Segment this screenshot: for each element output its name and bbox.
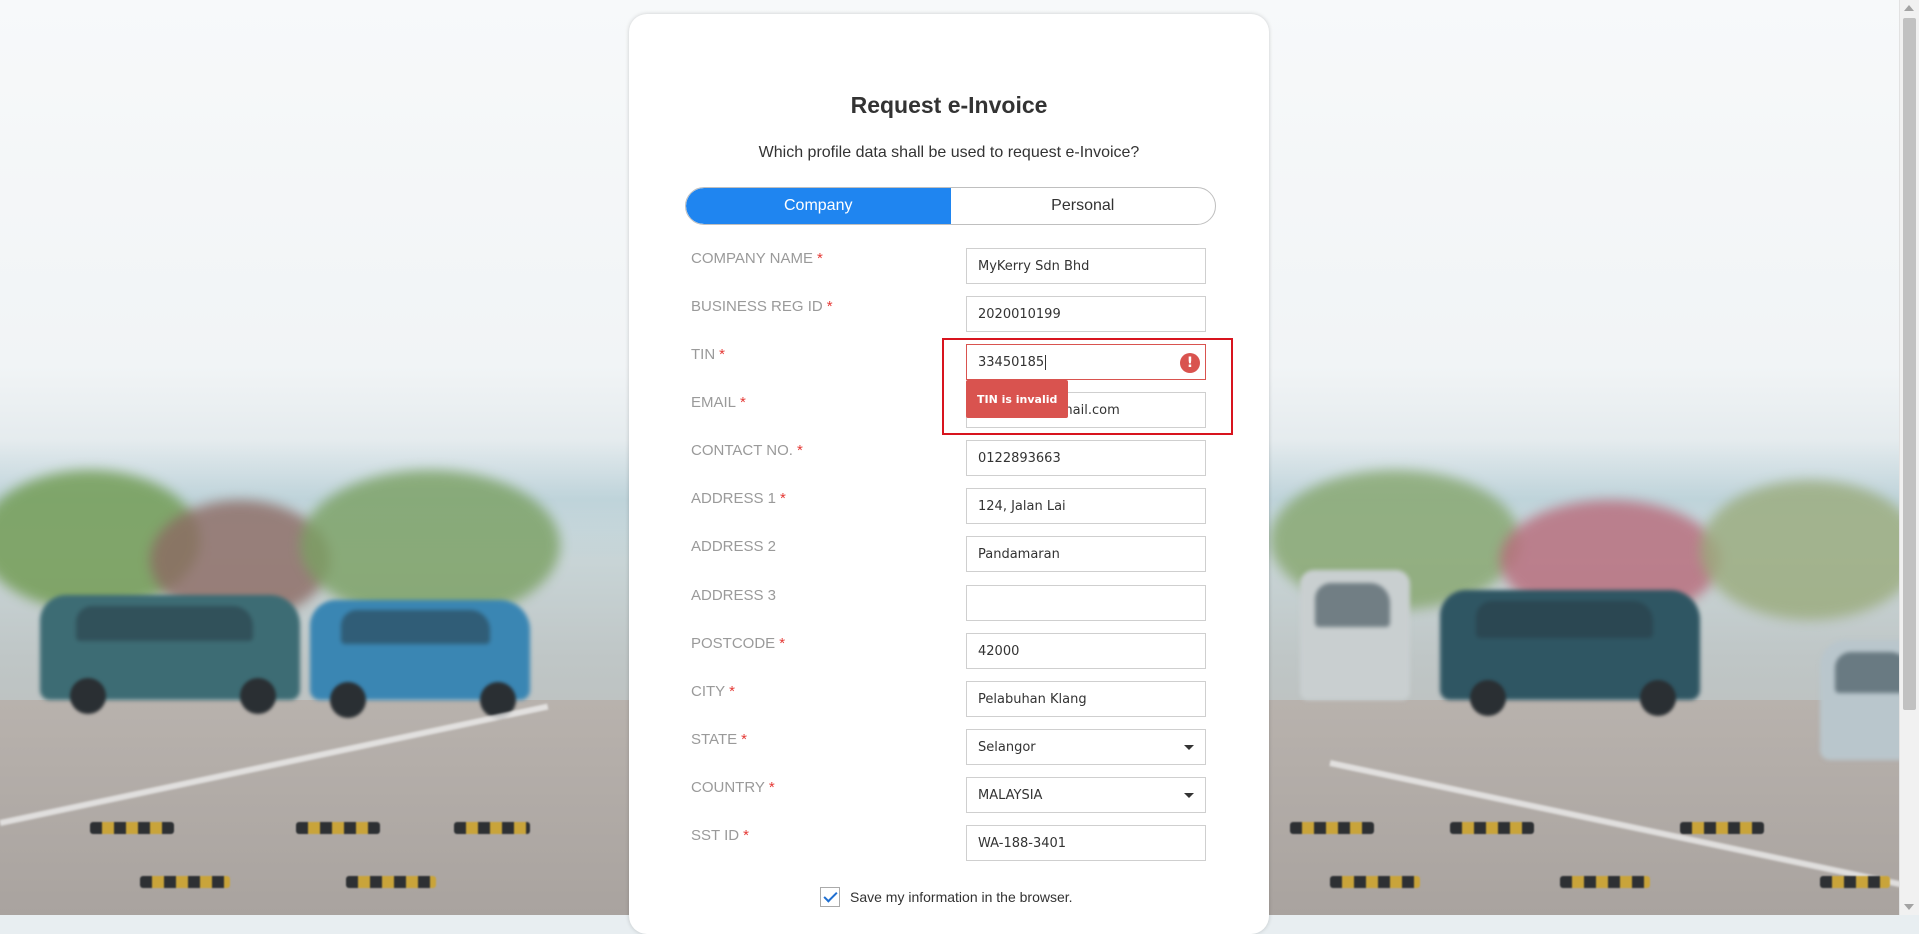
page-scrollbar[interactable] bbox=[1899, 0, 1919, 915]
label-contact-no: CONTACT NO. bbox=[691, 442, 793, 459]
label-address-1: ADDRESS 1 bbox=[691, 490, 777, 507]
business-reg-id-input[interactable]: 2020010199 bbox=[966, 296, 1206, 332]
required-star: * bbox=[816, 250, 823, 267]
row-state: STATE * Selangor bbox=[691, 729, 1211, 767]
row-country: COUNTRY * MALAYSIA bbox=[691, 777, 1211, 815]
request-einvoice-card: Request e-Invoice Which profile data sha… bbox=[629, 14, 1269, 934]
address-3-input[interactable] bbox=[966, 585, 1206, 621]
label-country: COUNTRY bbox=[691, 779, 765, 796]
sst-id-input[interactable]: WA-188-3401 bbox=[966, 825, 1206, 861]
tin-input[interactable]: 33450185 ! bbox=[966, 344, 1206, 380]
save-info-option[interactable]: Save my information in the browser. bbox=[820, 887, 1073, 907]
row-address-3: ADDRESS 3 bbox=[691, 585, 1211, 623]
row-company-name: COMPANY NAME * MyKerry Sdn Bhd bbox=[691, 248, 1211, 286]
chevron-down-icon bbox=[1184, 792, 1194, 798]
city-input[interactable]: Pelabuhan Klang bbox=[966, 681, 1206, 717]
required-star: * bbox=[740, 394, 746, 411]
save-info-label: Save my information in the browser. bbox=[850, 889, 1073, 905]
row-business-reg-id: BUSINESS REG ID * 2020010199 bbox=[691, 296, 1211, 334]
contact-no-input[interactable]: 0122893663 bbox=[966, 440, 1206, 476]
required-star: * bbox=[719, 346, 726, 363]
label-business-reg-id: BUSINESS REG ID bbox=[691, 298, 823, 315]
text-cursor bbox=[1045, 354, 1047, 370]
required-star: * bbox=[741, 731, 747, 748]
required-star: * bbox=[796, 442, 803, 459]
label-email: EMAIL bbox=[691, 394, 737, 411]
label-company-name: COMPANY NAME bbox=[691, 250, 813, 267]
scroll-thumb[interactable] bbox=[1903, 18, 1916, 710]
label-sst-id: SST ID bbox=[691, 827, 740, 844]
state-value: Selangor bbox=[978, 739, 1036, 755]
chevron-down-icon bbox=[1184, 744, 1194, 750]
error-icon: ! bbox=[1180, 353, 1200, 373]
toggle-personal[interactable]: Personal bbox=[951, 188, 1216, 224]
address-2-input[interactable]: Pandamaran bbox=[966, 536, 1206, 572]
required-star: * bbox=[780, 490, 786, 507]
required-star: * bbox=[729, 683, 736, 700]
page-title: Request e-Invoice bbox=[850, 92, 1048, 118]
row-tin: TIN * 33450185 ! bbox=[691, 344, 1211, 382]
label-postcode: POSTCODE bbox=[691, 635, 776, 652]
label-address-3: ADDRESS 3 bbox=[691, 587, 777, 604]
postcode-input[interactable]: 42000 bbox=[966, 633, 1206, 669]
country-value: MALAYSIA bbox=[978, 787, 1043, 803]
label-city: CITY bbox=[691, 683, 726, 700]
page-subtitle: Which profile data shall be used to requ… bbox=[758, 144, 1140, 161]
tin-error-tooltip: TIN is invalid bbox=[966, 380, 1069, 418]
row-city: CITY * Pelabuhan Klang bbox=[691, 681, 1211, 719]
row-address-2: ADDRESS 2 Pandamaran bbox=[691, 536, 1211, 574]
row-address-1: ADDRESS 1 * 124, Jalan Lai bbox=[691, 488, 1211, 526]
toggle-company[interactable]: Company bbox=[686, 188, 951, 224]
save-info-checkbox[interactable] bbox=[820, 887, 840, 907]
label-state: STATE bbox=[691, 731, 738, 748]
country-select[interactable]: MALAYSIA bbox=[966, 777, 1206, 813]
required-star: * bbox=[826, 298, 833, 315]
row-contact-no: CONTACT NO. * 0122893663 bbox=[691, 440, 1211, 478]
company-name-input[interactable]: MyKerry Sdn Bhd bbox=[966, 248, 1206, 284]
address-1-input[interactable]: 124, Jalan Lai bbox=[966, 488, 1206, 524]
row-postcode: POSTCODE * 42000 bbox=[691, 633, 1211, 671]
required-star: * bbox=[768, 779, 775, 796]
row-sst-id: SST ID * WA-188-3401 bbox=[691, 825, 1211, 863]
required-star: * bbox=[743, 827, 749, 844]
scroll-up-icon[interactable] bbox=[1904, 5, 1914, 11]
profile-toggle: Company Personal bbox=[685, 187, 1216, 225]
label-address-2: ADDRESS 2 bbox=[691, 538, 777, 555]
required-star: * bbox=[779, 635, 786, 652]
state-select[interactable]: Selangor bbox=[966, 729, 1206, 765]
scroll-down-icon[interactable] bbox=[1904, 904, 1914, 910]
row-email: EMAIL * mail.com bbox=[691, 392, 1211, 430]
tin-value: 33450185 bbox=[978, 354, 1045, 370]
label-tin: TIN bbox=[691, 346, 716, 363]
